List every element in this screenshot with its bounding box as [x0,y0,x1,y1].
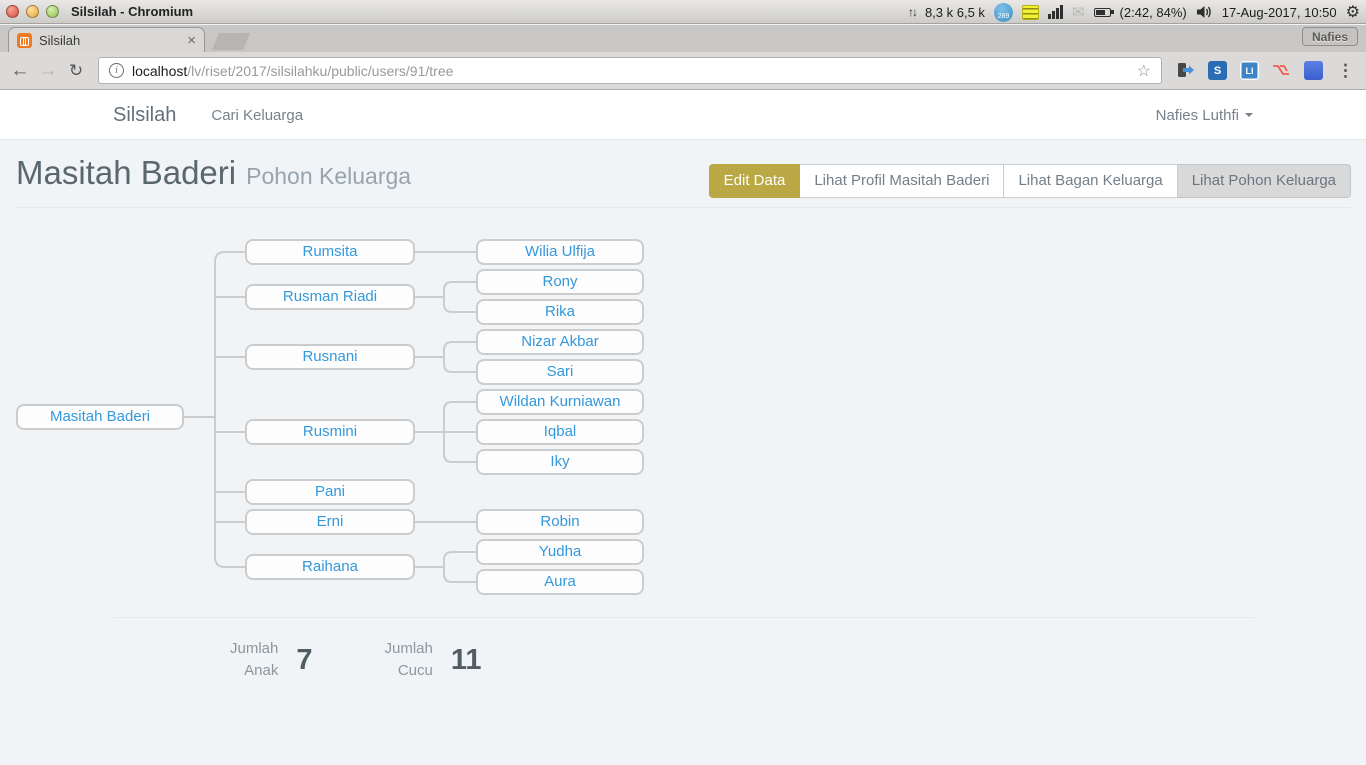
ext-blue-box-icon[interactable] [1304,61,1323,80]
signal-strength-icon[interactable] [1048,5,1063,19]
tree-node-child[interactable]: Pani [245,479,415,505]
window-controls [6,5,59,18]
volume-icon[interactable] [1196,5,1213,19]
stats-row: Jumlah Anak 7 Jumlah Cucu 11 [230,638,482,682]
url-text: localhost/lv/riset/2017/silsilahku/publi… [132,63,453,79]
stat-cucu-label-line1: Jumlah [385,638,433,660]
web-page: Silsilah Cari Keluarga Nafies Luthfi Mas… [0,90,1366,765]
tree-node-grandchild[interactable]: Rika [476,299,644,325]
ext-li-icon[interactable]: LI [1240,61,1259,80]
stat-jumlah-cucu: Jumlah Cucu 11 [385,638,482,682]
forward-icon[interactable]: → [34,60,62,82]
stat-anak-label-line1: Jumlah [230,638,278,660]
gear-icon[interactable]: ⚙ [1346,2,1360,22]
tree-node-grandchild[interactable]: Wildan Kurniawan [476,389,644,415]
battery-label: (2:42, 84%) [1120,5,1187,20]
stat-anak-label-line2: Anak [230,660,278,682]
tree-node-grandchild[interactable]: Iqbal [476,419,644,445]
tree-node-root[interactable]: Masitah Baderi [16,404,184,430]
tab-title: Silsilah [39,33,187,48]
tree-node-grandchild[interactable]: Rony [476,269,644,295]
tree-node-grandchild[interactable]: Sari [476,359,644,385]
ext-laravel-icon[interactable] [1272,63,1291,78]
network-speed-label: 8,3 k 6,5 k [925,5,985,20]
tab-close-icon[interactable]: × [187,33,196,48]
tree-connectors [0,90,1366,765]
tree-node-child[interactable]: Rusnani [245,344,415,370]
tree-node-child[interactable]: Erni [245,509,415,535]
reload-icon[interactable]: ↻ [62,61,90,81]
battery-icon[interactable] [1094,8,1111,17]
list-indicator-icon[interactable] [1022,5,1039,20]
browser-toolbar: ← → ↻ i localhost/lv/riset/2017/silsilah… [0,52,1366,90]
tree-node-grandchild[interactable]: Nizar Akbar [476,329,644,355]
tab-favicon-icon [17,33,32,48]
system-tray: ↑↓ 8,3 k 6,5 k 289 ✉ (2:42, 84%) 17-Aug-… [908,0,1360,24]
clock-label[interactable]: 17-Aug-2017, 10:50 [1222,5,1337,20]
network-traffic-icon[interactable]: ↑↓ [908,5,916,19]
tree-node-grandchild[interactable]: Aura [476,569,644,595]
url-path: /lv/riset/2017/silsilahku/public/users/9… [187,63,453,79]
stat-anak-value: 7 [296,644,312,677]
tab-strip: Silsilah × Nafies [0,25,1366,52]
tree-node-grandchild[interactable]: Yudha [476,539,644,565]
back-icon[interactable]: ← [6,60,34,82]
tree-node-grandchild[interactable]: Wilia Ulfija [476,239,644,265]
stat-jumlah-anak: Jumlah Anak 7 [230,638,313,682]
window-close-button[interactable] [6,5,19,18]
window-title: Silsilah - Chromium [71,4,193,19]
browser-menu-icon[interactable]: ⋮ [1337,61,1354,81]
tree-node-child[interactable]: Rusman Riadi [245,284,415,310]
extensions-row: S LI [1176,61,1323,80]
window-maximize-button[interactable] [46,5,59,18]
ext-s-icon[interactable]: S [1208,61,1227,80]
window-minimize-button[interactable] [26,5,39,18]
tree-node-child[interactable]: Rumsita [245,239,415,265]
tree-node-grandchild[interactable]: Iky [476,449,644,475]
bookmark-star-icon[interactable]: ☆ [1137,61,1151,81]
stats-divider [113,617,1254,618]
tree-node-child[interactable]: Rusmini [245,419,415,445]
site-info-icon[interactable]: i [109,63,124,78]
tab-silsilah[interactable]: Silsilah × [8,27,205,52]
tree-node-grandchild[interactable]: Robin [476,509,644,535]
app-indicator-icon[interactable]: 289 [994,3,1013,22]
tree-node-child[interactable]: Raihana [245,554,415,580]
mail-icon[interactable]: ✉ [1072,3,1085,21]
browser-profile-button[interactable]: Nafies [1302,27,1358,46]
ext-phone-send-icon[interactable] [1176,62,1195,79]
new-tab-button[interactable] [212,33,250,50]
url-host: localhost [132,63,187,79]
os-top-panel: Silsilah - Chromium ↑↓ 8,3 k 6,5 k 289 ✉… [0,0,1366,24]
stat-cucu-value: 11 [451,644,482,677]
stat-cucu-label-line2: Cucu [385,660,433,682]
address-bar[interactable]: i localhost/lv/riset/2017/silsilahku/pub… [98,57,1162,84]
